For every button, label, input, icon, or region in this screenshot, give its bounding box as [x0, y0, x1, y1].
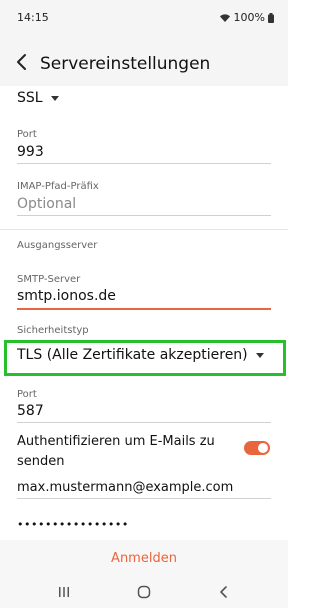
security-type-label: Sicherheitstyp: [17, 325, 89, 336]
bottom-action-bar: Anmelden: [0, 540, 288, 576]
imap-prefix-underline: [17, 215, 271, 216]
incoming-port-underline: [17, 163, 271, 164]
status-time: 14:15: [17, 11, 49, 24]
highlight-box: [4, 340, 286, 376]
incoming-security-value: SSL: [17, 90, 43, 106]
username-underline: [17, 498, 271, 499]
home-icon[interactable]: [136, 584, 152, 600]
app-header: Servereinstellungen: [0, 36, 288, 86]
recent-apps-icon[interactable]: [56, 584, 72, 600]
incoming-port-label: Port: [17, 129, 37, 140]
outgoing-port-underline: [17, 422, 271, 423]
wifi-icon: [219, 13, 230, 22]
status-bar: 14:15 100%: [0, 0, 288, 36]
outgoing-port-label: Port: [17, 389, 37, 400]
login-button[interactable]: Anmelden: [105, 550, 183, 567]
nav-back-icon[interactable]: [216, 584, 232, 600]
outgoing-section-title: Ausgangsserver: [17, 240, 98, 251]
auth-toggle[interactable]: [244, 441, 270, 455]
imap-prefix-label: IMAP-Pfad-Präfix: [17, 181, 99, 192]
smtp-server-label: SMTP-Server: [17, 274, 81, 285]
status-icons: 100%: [219, 11, 274, 24]
caret-down-icon: [50, 95, 59, 101]
imap-prefix-input[interactable]: Optional: [17, 196, 76, 212]
smtp-server-input[interactable]: smtp.ionos.de: [17, 288, 116, 304]
smtp-server-underline: [17, 308, 271, 310]
system-nav-bar: [0, 576, 288, 608]
password-input[interactable]: ••••••••••••••••: [17, 518, 129, 531]
username-input[interactable]: max.mustermann@example.com: [17, 480, 233, 495]
settings-form[interactable]: SSL Port 993 IMAP-Pfad-Präfix Optional A…: [0, 86, 288, 540]
outgoing-port-input[interactable]: 587: [17, 403, 44, 419]
auth-label: Authentifizieren um E-Mails zu senden: [17, 434, 215, 469]
section-divider: [0, 229, 288, 230]
page-title: Servereinstellungen: [40, 54, 211, 74]
incoming-port-input[interactable]: 993: [17, 144, 44, 160]
battery-icon: [268, 12, 274, 23]
back-arrow-icon[interactable]: [12, 52, 32, 72]
incoming-security-dropdown[interactable]: SSL: [17, 90, 59, 106]
battery-percent: 100%: [233, 11, 265, 24]
